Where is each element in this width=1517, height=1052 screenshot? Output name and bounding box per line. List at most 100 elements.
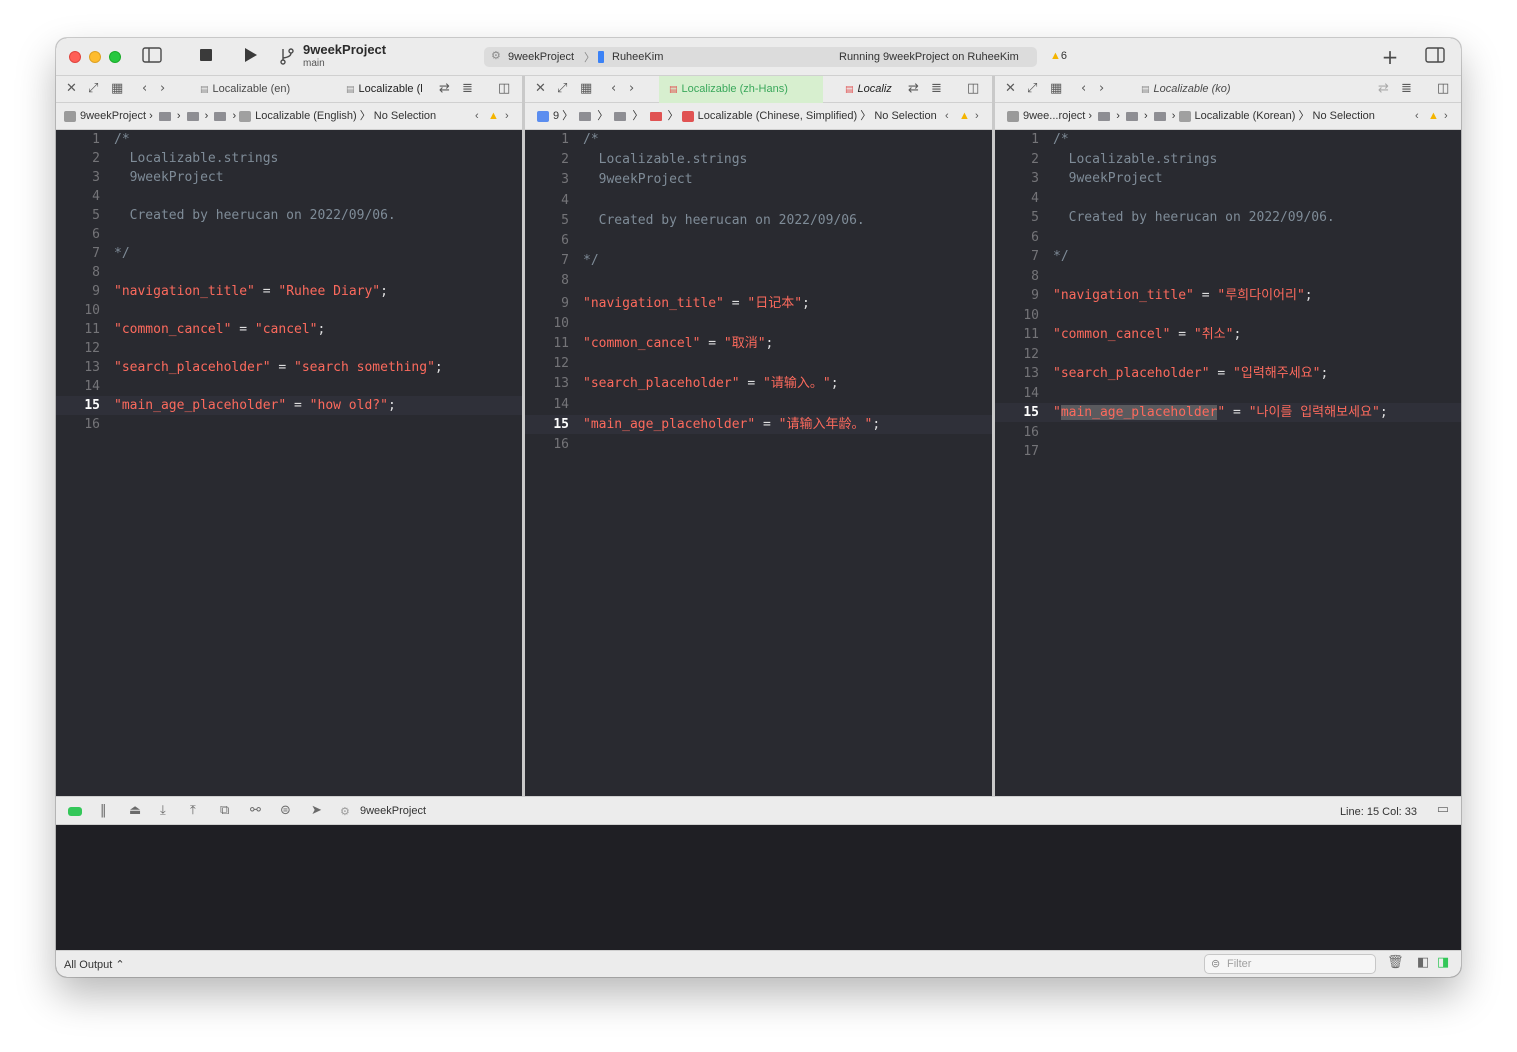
debug-area-toggle-icon[interactable] [68,807,82,816]
code-line-current[interactable]: 15 "main_age_placeholder" = "how old?"; [56,396,522,415]
stop-icon[interactable] [196,47,216,67]
editor-options-icon[interactable]: ≣ [931,81,942,96]
code-line[interactable]: 16 [56,415,522,434]
grid-icon[interactable]: ▦ [111,81,123,96]
console-area[interactable]: All Output ⌃ ⊜ Filter 🗑 ◧ ◨ [56,825,1461,977]
split-editor-icon[interactable]: ◫ [498,81,510,96]
code-line[interactable]: 6 [56,225,522,244]
code-line[interactable]: 4 [525,191,992,210]
code-line[interactable]: 14 [56,377,522,396]
code-line[interactable]: 3 9weekProject [995,169,1461,188]
jumpbar-project[interactable]: 9wee...roject › › › › Localizable (Korea… [1007,103,1375,129]
code-line[interactable]: 4 [995,189,1461,208]
expand-icon[interactable]: ⤢ [557,81,567,96]
zoom-window-button[interactable] [109,51,121,63]
minimize-window-button[interactable] [89,51,101,63]
editor-options-icon[interactable]: ≣ [462,81,473,96]
code-line[interactable]: 6 [995,228,1461,247]
code-line[interactable]: 7 */ [56,244,522,263]
tab-localizable-other[interactable]: ▤ Localizable (l [346,76,436,103]
code-line[interactable]: 1 /* [525,130,992,149]
output-selector[interactable]: All Output ⌃ [64,958,125,971]
close-icon[interactable]: ✕ [535,81,546,96]
forward-icon[interactable]: › [160,81,165,96]
code-line-current[interactable]: 15 "main_age_placeholder" = "请输入年龄。"; [525,414,992,434]
close-icon[interactable]: ✕ [1005,81,1016,96]
code-line[interactable]: 1 /* [56,130,522,149]
code-line[interactable]: 5 Created by heerucan on 2022/09/06. [56,206,522,225]
next-issue-icon[interactable]: › [1444,103,1448,129]
back-icon[interactable]: ‹ [142,81,147,96]
expand-icon[interactable]: ⤢ [1027,81,1037,96]
environment-overrides-icon[interactable]: ⊜ [280,803,291,818]
code-area[interactable]: 1/* 2 Localizable.strings 3 9weekProject 4 5… [995,130,1461,796]
inspector-toggle-icon[interactable] [1425,47,1445,67]
console-toggle-icon[interactable]: ▭ [1437,802,1449,817]
code-line[interactable]: 12 [56,339,522,358]
code-line[interactable]: 2 Localizable.strings [56,149,522,168]
tab-localizable-other[interactable]: ▤ Localiz [845,76,903,103]
split-editor-icon[interactable]: ◫ [967,81,979,96]
step-out-icon[interactable]: ⤒ [190,803,196,818]
code-line[interactable]: 3 9weekProject [56,168,522,187]
swap-icon[interactable]: ⇄ [1378,81,1389,96]
editor-options-icon[interactable]: ≣ [1401,81,1412,96]
code-line[interactable]: 8 [995,267,1461,286]
run-icon[interactable] [241,47,261,67]
expand-icon[interactable]: ⤢ [88,81,98,96]
prev-issue-icon[interactable]: ‹ [475,103,479,129]
forward-icon[interactable]: › [629,81,634,96]
warning-icon[interactable]: ▲ [1428,103,1439,129]
code-line[interactable]: 8 [56,263,522,282]
code-line[interactable]: 16 [995,423,1461,442]
code-line[interactable]: 16 [525,435,992,454]
step-over-icon[interactable]: ⏏ [129,803,141,818]
swap-icon[interactable]: ⇄ [439,81,450,96]
variables-view-toggle-icon[interactable]: ◧ [1417,955,1429,970]
tab-localizable-ko[interactable]: ▤ Localizable (ko) [1141,76,1281,103]
code-line[interactable]: 2 Localizable.strings [995,150,1461,169]
close-icon[interactable]: ✕ [66,81,77,96]
code-line[interactable]: 4 [56,187,522,206]
pause-icon[interactable]: ‖ [100,803,107,818]
code-line[interactable]: 13 "search_placeholder" = "search somethi… [56,358,522,377]
prev-issue-icon[interactable]: ‹ [1415,103,1419,129]
jumpbar-project[interactable]: 9weekProject › › › › Localizable (Englis… [64,103,436,129]
memory-graph-icon[interactable]: ⚯ [250,803,261,818]
debug-process-name[interactable]: 9weekProject [360,805,426,817]
code-line[interactable]: 9 "navigation_title" = "日记本"; [525,294,992,313]
code-line[interactable]: 12 [995,345,1461,364]
prev-issue-icon[interactable]: ‹ [945,103,949,129]
tab-localizable-zh-hans[interactable]: ▤ Localizable (zh-Hans) [659,76,823,103]
code-area[interactable]: 1/* 2 Localizable.strings 3 9weekProject 4 5… [56,130,522,796]
back-icon[interactable]: ‹ [611,81,616,96]
swap-icon[interactable]: ⇄ [908,81,919,96]
code-line[interactable]: 7 */ [525,251,992,270]
code-line[interactable]: 14 [525,395,992,414]
code-line[interactable]: 10 [995,306,1461,325]
branch-icon[interactable] [277,47,297,67]
code-line-current[interactable]: 15 "main_age_placeholder" = "나이를 입력해보세요"; [995,403,1461,422]
code-line[interactable]: 12 [525,354,992,373]
code-line[interactable]: 11 "common_cancel" = "취소"; [995,325,1461,344]
code-line[interactable]: 7 */ [995,247,1461,266]
jumpbar-project[interactable]: 9 〉 〉 〉 〉 Localizable (Chinese, Simplifi… [537,103,937,129]
split-editor-icon[interactable]: ◫ [1437,81,1449,96]
code-line[interactable]: 14 [995,384,1461,403]
back-icon[interactable]: ‹ [1081,81,1086,96]
filter-field[interactable]: ⊜ Filter [1204,954,1376,974]
run-destination-selector[interactable]: RuheeKim [612,51,663,63]
code-line[interactable]: 5 Created by heerucan on 2022/09/06. [995,208,1461,227]
grid-icon[interactable]: ▦ [1050,81,1062,96]
code-line[interactable]: 13 "search_placeholder" = "请输入。"; [525,374,992,393]
scheme-selector[interactable]: 9weekProject [508,51,574,63]
code-line[interactable]: 9 "navigation_title" = "Ruhee Diary"; [56,282,522,301]
trash-icon[interactable]: 🗑 [1387,955,1404,970]
code-line[interactable]: 1 /* [995,130,1461,149]
code-line[interactable]: 17 [995,442,1461,461]
sidebar-toggle-icon[interactable] [142,47,162,67]
code-area[interactable]: 1/* 2 Localizable.strings 3 9weekProject 4 5… [525,130,992,796]
close-window-button[interactable] [69,51,81,63]
warning-icon[interactable]: ▲ [488,103,499,129]
add-icon[interactable]: + [1380,47,1400,67]
